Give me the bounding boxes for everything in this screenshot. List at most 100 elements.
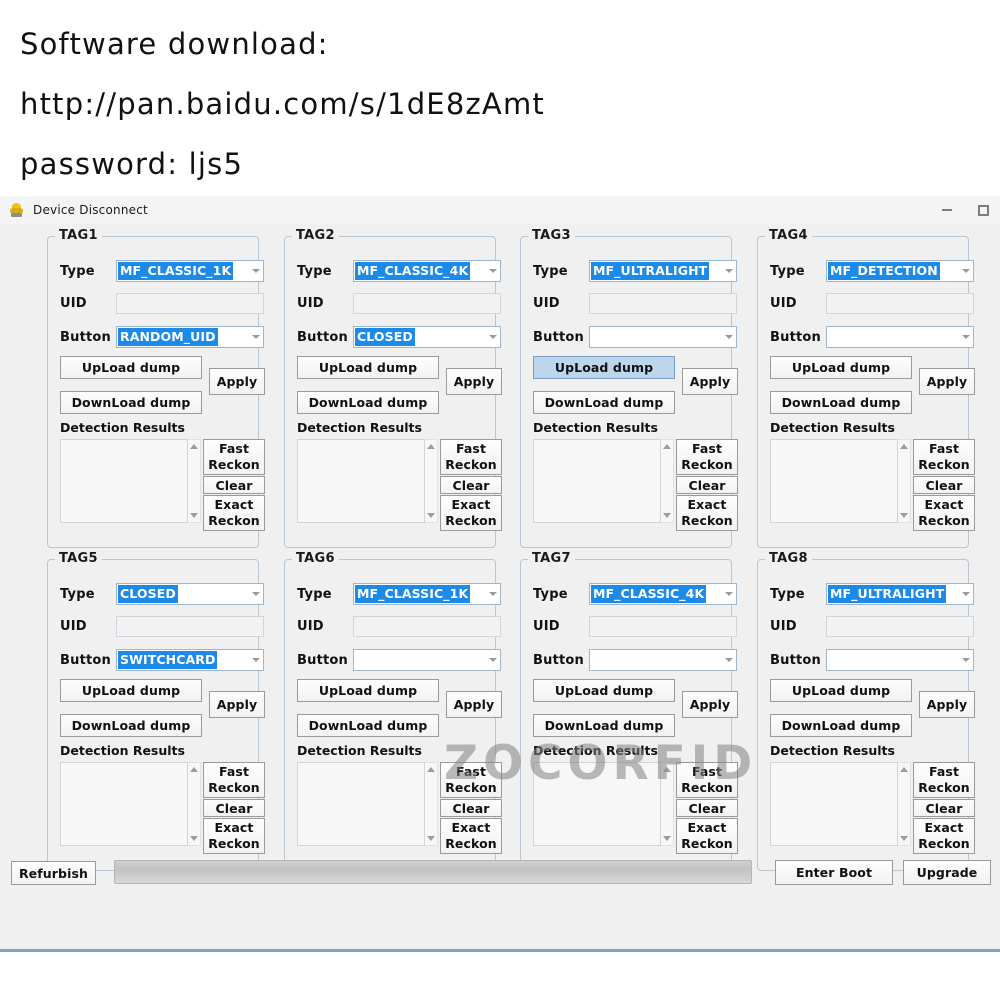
upload-dump-button[interactable]: UpLoad dump [60,679,202,702]
scroll-down-icon[interactable] [427,836,435,841]
download-dump-button[interactable]: DownLoad dump [533,391,675,414]
button-combobox[interactable] [353,649,501,671]
uid-input[interactable] [826,293,974,314]
exact-reckon-button[interactable]: Exact Reckon [203,495,265,531]
fast-reckon-button[interactable]: Fast Reckon [203,762,265,798]
uid-input[interactable] [116,293,264,314]
uid-input[interactable] [353,616,501,637]
exact-reckon-button[interactable]: Exact Reckon [203,818,265,854]
scroll-up-icon[interactable] [900,444,908,449]
scroll-down-icon[interactable] [900,836,908,841]
download-dump-button[interactable]: DownLoad dump [297,391,439,414]
upload-dump-button[interactable]: UpLoad dump [297,679,439,702]
exact-reckon-button[interactable]: Exact Reckon [676,495,738,531]
fast-reckon-button[interactable]: Fast Reckon [203,439,265,475]
detection-results-scrollbar[interactable] [898,439,911,523]
detection-results-output[interactable] [297,762,425,846]
detection-results-output[interactable] [533,762,661,846]
detection-results-scrollbar[interactable] [425,439,438,523]
fast-reckon-button[interactable]: Fast Reckon [440,439,502,475]
download-dump-button[interactable]: DownLoad dump [297,714,439,737]
clear-button[interactable]: Clear [440,799,502,817]
scroll-up-icon[interactable] [663,444,671,449]
apply-button[interactable]: Apply [682,368,738,395]
detection-results-output[interactable] [60,439,188,523]
detection-results-scrollbar[interactable] [898,762,911,846]
button-combobox[interactable] [826,649,974,671]
type-combobox[interactable]: MF_CLASSIC_1K [116,260,264,282]
download-dump-button[interactable]: DownLoad dump [60,714,202,737]
detection-results-scrollbar[interactable] [188,439,201,523]
detection-results-scrollbar[interactable] [188,762,201,846]
button-combobox[interactable]: SWITCHCARD [116,649,264,671]
scroll-up-icon[interactable] [900,767,908,772]
apply-button[interactable]: Apply [209,368,265,395]
clear-button[interactable]: Clear [440,476,502,494]
clear-button[interactable]: Clear [676,476,738,494]
type-combobox[interactable]: CLOSED [116,583,264,605]
download-dump-button[interactable]: DownLoad dump [533,714,675,737]
fast-reckon-button[interactable]: Fast Reckon [440,762,502,798]
scroll-down-icon[interactable] [663,513,671,518]
uid-input[interactable] [353,293,501,314]
exact-reckon-button[interactable]: Exact Reckon [676,818,738,854]
scroll-up-icon[interactable] [427,767,435,772]
upload-dump-button[interactable]: UpLoad dump [770,679,912,702]
button-combobox[interactable] [589,326,737,348]
type-combobox[interactable]: MF_DETECTION [826,260,974,282]
fast-reckon-button[interactable]: Fast Reckon [676,762,738,798]
apply-button[interactable]: Apply [446,691,502,718]
exact-reckon-button[interactable]: Exact Reckon [440,495,502,531]
clear-button[interactable]: Clear [913,476,975,494]
uid-input[interactable] [116,616,264,637]
fast-reckon-button[interactable]: Fast Reckon [913,439,975,475]
scroll-down-icon[interactable] [663,836,671,841]
apply-button[interactable]: Apply [446,368,502,395]
detection-results-output[interactable] [770,762,898,846]
download-dump-button[interactable]: DownLoad dump [770,391,912,414]
type-combobox[interactable]: MF_CLASSIC_4K [353,260,501,282]
exact-reckon-button[interactable]: Exact Reckon [913,818,975,854]
upload-dump-button[interactable]: UpLoad dump [533,679,675,702]
detection-results-output[interactable] [60,762,188,846]
refurbish-button[interactable]: Refurbish [11,861,96,885]
upload-dump-button[interactable]: UpLoad dump [60,356,202,379]
button-combobox[interactable]: CLOSED [353,326,501,348]
type-combobox[interactable]: MF_ULTRALIGHT [826,583,974,605]
scroll-down-icon[interactable] [190,836,198,841]
exact-reckon-button[interactable]: Exact Reckon [440,818,502,854]
apply-button[interactable]: Apply [209,691,265,718]
scroll-up-icon[interactable] [427,444,435,449]
uid-input[interactable] [589,616,737,637]
scroll-up-icon[interactable] [190,444,198,449]
apply-button[interactable]: Apply [919,368,975,395]
upload-dump-button[interactable]: UpLoad dump [770,356,912,379]
button-combobox[interactable]: RANDOM_UID [116,326,264,348]
enter-boot-button[interactable]: Enter Boot [775,860,893,885]
uid-input[interactable] [826,616,974,637]
detection-results-scrollbar[interactable] [661,439,674,523]
upload-dump-button[interactable]: UpLoad dump [297,356,439,379]
button-combobox[interactable] [826,326,974,348]
scroll-up-icon[interactable] [663,767,671,772]
clear-button[interactable]: Clear [913,799,975,817]
exact-reckon-button[interactable]: Exact Reckon [913,495,975,531]
upgrade-button[interactable]: Upgrade [903,860,991,885]
apply-button[interactable]: Apply [682,691,738,718]
clear-button[interactable]: Clear [203,476,265,494]
uid-input[interactable] [589,293,737,314]
scroll-down-icon[interactable] [190,513,198,518]
detection-results-output[interactable] [770,439,898,523]
type-combobox[interactable]: MF_ULTRALIGHT [589,260,737,282]
clear-button[interactable]: Clear [676,799,738,817]
download-dump-button[interactable]: DownLoad dump [60,391,202,414]
detection-results-output[interactable] [297,439,425,523]
detection-results-scrollbar[interactable] [425,762,438,846]
detection-results-output[interactable] [533,439,661,523]
upload-dump-button[interactable]: UpLoad dump [533,356,675,379]
fast-reckon-button[interactable]: Fast Reckon [913,762,975,798]
detection-results-scrollbar[interactable] [661,762,674,846]
fast-reckon-button[interactable]: Fast Reckon [676,439,738,475]
type-combobox[interactable]: MF_CLASSIC_1K [353,583,501,605]
download-dump-button[interactable]: DownLoad dump [770,714,912,737]
